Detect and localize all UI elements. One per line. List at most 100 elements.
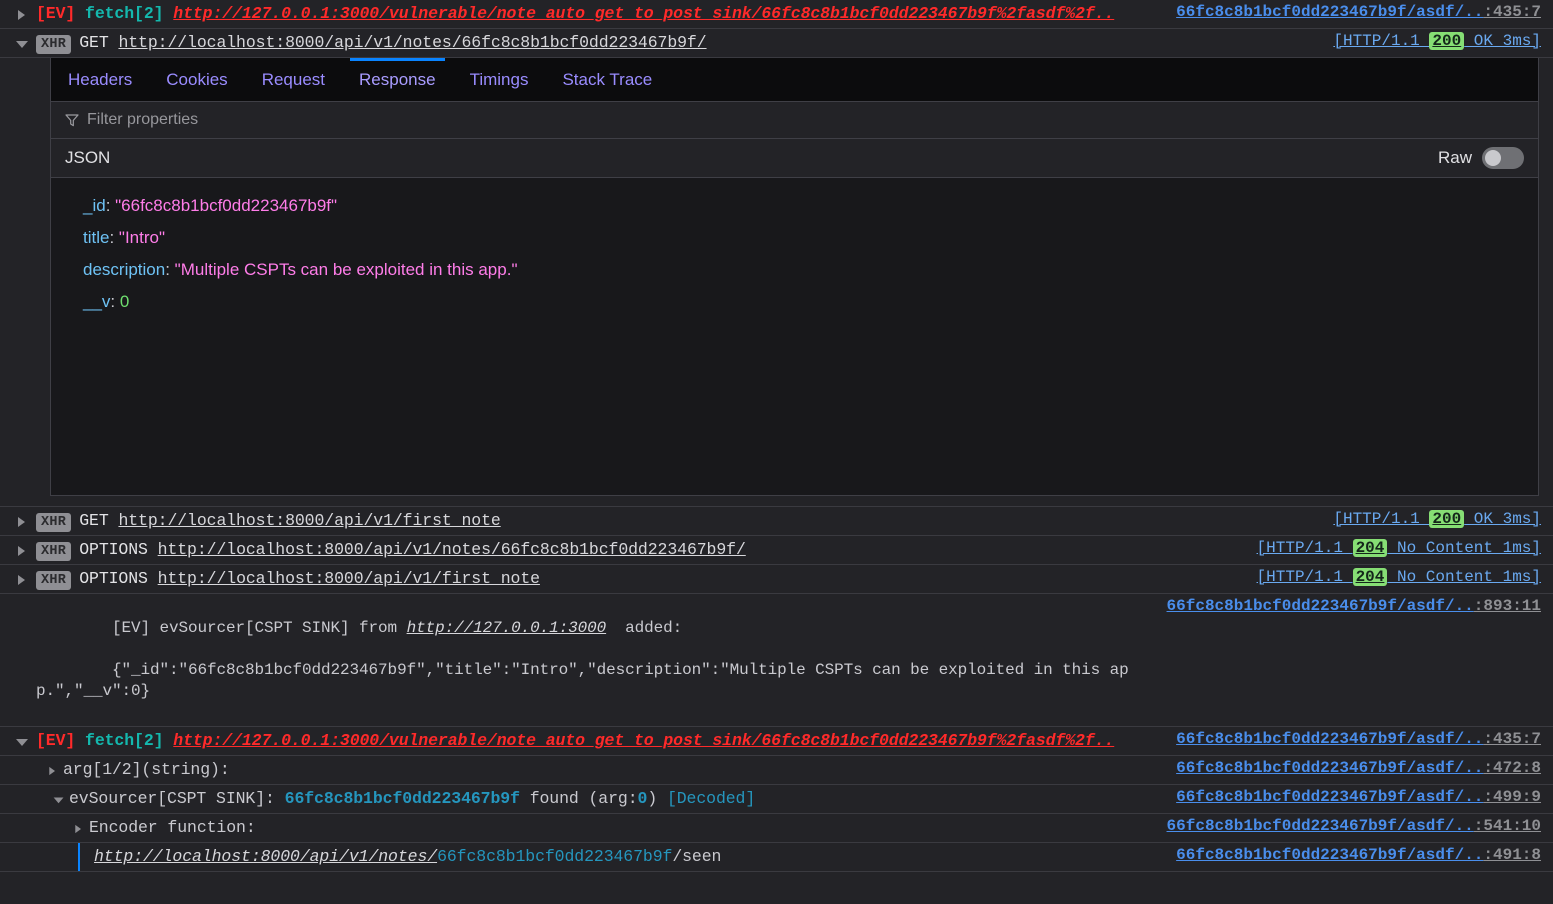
console-row-xhr-options-note[interactable]: XHR OPTIONS http://localhost:8000/api/v1… [0, 536, 1553, 565]
tab-headers[interactable]: Headers [51, 58, 149, 101]
json-row-title[interactable]: title: "Intro" [51, 222, 1538, 254]
status-badge[interactable]: [HTTP/1.1 200 OK 3ms] [1333, 32, 1541, 50]
status-suffix: No Content 1ms] [1387, 539, 1541, 557]
status-prefix: [HTTP/1.1 [1256, 539, 1353, 557]
expand-twisty-icon[interactable] [14, 571, 30, 589]
evsourcer-origin-url[interactable]: http://127.0.0.1:3000 [407, 619, 607, 637]
source-link[interactable]: 66fc8c8b1bcf0dd223467b9f/asdf/.. [1176, 788, 1483, 806]
request-url[interactable]: http://localhost:8000/api/v1/first_note [118, 511, 500, 530]
source-position[interactable]: :499:9 [1483, 788, 1541, 806]
console-row-decoded-url[interactable]: http://localhost:8000/api/v1/notes/66fc8… [0, 843, 1553, 872]
http-method: OPTIONS [79, 569, 148, 588]
source-link[interactable]: 66fc8c8b1bcf0dd223467b9f/asdf/.. [1176, 846, 1483, 864]
status-suffix: No Content 1ms] [1387, 568, 1541, 586]
decoded-url-base[interactable]: http://localhost:8000/api/v1/notes/ [94, 847, 437, 866]
tab-timings-label: Timings [469, 69, 529, 89]
ev-fetch-url[interactable]: http://127.0.0.1:3000/vulnerable/note_au… [173, 731, 1114, 750]
status-prefix: [HTTP/1.1 [1333, 32, 1430, 50]
source-link[interactable]: 66fc8c8b1bcf0dd223467b9f/asdf/.. [1167, 817, 1474, 835]
status-badge[interactable]: [HTTP/1.1 204 No Content 1ms] [1257, 568, 1541, 586]
json-value: "Intro" [118, 228, 166, 247]
status-badge[interactable]: [HTTP/1.1 200 OK 3ms] [1333, 510, 1541, 528]
decoded-url-id: 66fc8c8b1bcf0dd223467b9f [437, 847, 673, 866]
expand-twisty-icon[interactable] [72, 822, 83, 837]
tab-stack-trace[interactable]: Stack Trace [545, 58, 669, 101]
source-link[interactable]: 66fc8c8b1bcf0dd223467b9f/asdf/.. [1176, 730, 1483, 748]
evsourcer-payload: {"_id":"66fc8c8b1bcf0dd223467b9f","title… [36, 661, 1129, 700]
source-link[interactable]: 66fc8c8b1bcf0dd223467b9f/asdf/.. [1176, 759, 1483, 777]
status-suffix: OK 3ms] [1464, 510, 1541, 528]
source-link[interactable]: 66fc8c8b1bcf0dd223467b9f/asdf/.. [1176, 3, 1483, 21]
json-row-v[interactable]: __v: 0 [51, 286, 1538, 318]
json-viewer: _id: "66fc8c8b1bcf0dd223467b9f" title: "… [51, 178, 1538, 495]
ev-fetch-url[interactable]: http://127.0.0.1:3000/vulnerable/note_au… [173, 4, 1114, 23]
http-method: GET [79, 511, 109, 530]
source-position[interactable]: :472:8 [1483, 759, 1541, 777]
json-key: title [83, 228, 110, 247]
status-code: 204 [1352, 539, 1388, 557]
evsourcer-found-id: 66fc8c8b1bcf0dd223467b9f [284, 789, 520, 808]
source-position[interactable]: :541:10 [1474, 817, 1541, 835]
console-row-encoder-function[interactable]: Encoder function: 66fc8c8b1bcf0dd223467b… [0, 814, 1553, 843]
collapse-twisty-icon[interactable] [52, 793, 64, 808]
console-row-xhr-get-note[interactable]: XHR GET http://localhost:8000/api/v1/not… [0, 29, 1553, 58]
xhr-badge: XHR [36, 513, 72, 532]
source-position[interactable]: :435:7 [1483, 730, 1541, 748]
status-code: 200 [1429, 32, 1465, 50]
source-position[interactable]: :491:8 [1483, 846, 1541, 864]
status-suffix: OK 3ms] [1464, 32, 1541, 50]
json-toolbar: JSON Raw [51, 139, 1538, 178]
detail-tabbar: Headers Cookies Request Response Timings… [51, 58, 1538, 102]
tab-response-label: Response [359, 69, 436, 89]
raw-toggle-group[interactable]: Raw [1438, 147, 1524, 169]
source-position[interactable]: :435:7 [1483, 3, 1541, 21]
console-row-arg-string[interactable]: arg[1/2](string): 66fc8c8b1bcf0dd223467b… [0, 756, 1553, 785]
json-row-id[interactable]: _id: "66fc8c8b1bcf0dd223467b9f" [51, 190, 1538, 222]
evsourcer-suffix: added: [606, 619, 683, 637]
source-link[interactable]: 66fc8c8b1bcf0dd223467b9f/asdf/.. [1167, 597, 1474, 615]
expand-twisty-icon[interactable] [14, 542, 30, 560]
status-prefix: [HTTP/1.1 [1256, 568, 1353, 586]
tab-headers-label: Headers [68, 69, 133, 89]
collapse-twisty-icon[interactable] [14, 35, 30, 53]
request-url[interactable]: http://localhost:8000/api/v1/notes/66fc8… [158, 540, 746, 559]
evsourcer-paren: ) [647, 789, 667, 808]
expand-twisty-icon[interactable] [46, 764, 57, 779]
encoder-function-label: Encoder function: [89, 818, 256, 837]
tab-timings[interactable]: Timings [453, 58, 546, 101]
status-prefix: [HTTP/1.1 [1333, 510, 1430, 528]
request-url[interactable]: http://localhost:8000/api/v1/first_note [158, 569, 540, 588]
status-code: 200 [1429, 510, 1465, 528]
raw-toggle-knob [1485, 150, 1501, 166]
collapse-twisty-icon[interactable] [14, 733, 30, 751]
request-url[interactable]: http://localhost:8000/api/v1/notes/66fc8… [118, 33, 706, 52]
raw-label: Raw [1437, 148, 1472, 167]
filter-input[interactable]: Filter properties [87, 111, 198, 129]
console-row-evsourcer-found[interactable]: evSourcer[CSPT SINK]: 66fc8c8b1bcf0dd223… [0, 785, 1553, 814]
xhr-badge: XHR [36, 35, 72, 54]
source-position[interactable]: :893:11 [1474, 597, 1541, 615]
http-method: GET [79, 33, 109, 52]
http-method: OPTIONS [79, 540, 148, 559]
xhr-badge: XHR [36, 571, 72, 590]
json-key: __v [83, 292, 111, 311]
tab-response[interactable]: Response [342, 58, 453, 101]
status-badge[interactable]: [HTTP/1.1 204 No Content 1ms] [1257, 539, 1541, 557]
evsourcer-arg-number: 0 [637, 789, 648, 808]
console-row-ev-fetch-top[interactable]: [EV] fetch[2] http://127.0.0.1:3000/vuln… [0, 0, 1553, 29]
fetch-tag: fetch[2] [85, 731, 164, 750]
console-row-evsourcer-added[interactable]: [EV] evSourcer[CSPT SINK] from http://12… [0, 594, 1553, 727]
expand-twisty-icon[interactable] [14, 513, 30, 531]
raw-toggle[interactable] [1482, 147, 1524, 169]
filter-bar[interactable]: Filter properties [51, 102, 1538, 139]
arg-label: arg[1/2](string): [63, 760, 230, 779]
console-row-xhr-get-first-note[interactable]: XHR GET http://localhost:8000/api/v1/fir… [0, 507, 1553, 536]
tab-request[interactable]: Request [245, 58, 342, 101]
expand-twisty-icon[interactable] [14, 6, 30, 24]
tab-cookies[interactable]: Cookies [149, 58, 244, 101]
request-detail-wrapper: Headers Cookies Request Response Timings… [0, 58, 1553, 496]
console-row-ev-fetch-bottom[interactable]: [EV] fetch[2] http://127.0.0.1:3000/vuln… [0, 727, 1553, 756]
json-row-description[interactable]: description: "Multiple CSPTs can be expl… [51, 254, 1538, 286]
fetch-tag: fetch[2] [85, 4, 164, 23]
console-row-xhr-options-first-note[interactable]: XHR OPTIONS http://localhost:8000/api/v1… [0, 565, 1553, 594]
